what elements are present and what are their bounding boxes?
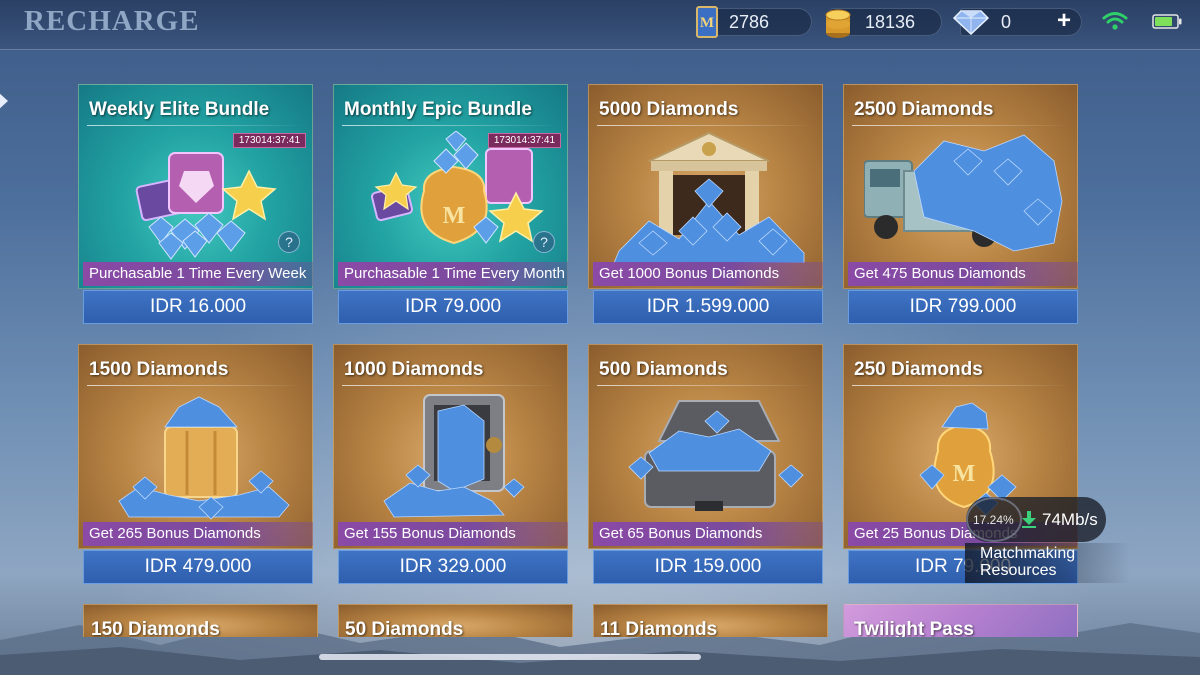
product-card-1500-diamonds[interactable]: 1500 Diamonds Get 265 Bonus Diamonds IDR… [78,344,313,584]
diamond-barrel-art-icon [118,396,290,520]
product-card-twilight-pass[interactable]: Twilight Pass [843,604,1078,637]
card-art: 1500 Diamonds [78,344,313,549]
wifi-icon [1102,12,1128,30]
card-art: Weekly Elite Bundle 173014:37:41 ? [78,84,313,289]
card-art: 5000 Diamonds [588,84,823,289]
card-art: M Monthly Epic Bundle 173014:37:41 ? [333,84,568,289]
diamond-bank-art-icon [613,131,805,263]
title-divider [87,125,305,126]
bonus-label: Get 65 Bonus Diamonds [593,522,823,546]
m-ticket-icon: M [696,6,718,38]
card-title: 5000 Diamonds [599,99,739,120]
card-title: Twilight Pass [854,619,975,637]
title-divider [852,385,1070,386]
price-button[interactable]: IDR 79.000 [338,290,568,324]
title-divider [342,125,560,126]
diamond-safe-art-icon [383,394,525,518]
price-button[interactable]: IDR 329.000 [338,550,568,584]
bonus-label: Get 155 Bonus Diamonds [338,522,568,546]
gold-count: 18136 [865,12,916,32]
card-title: Monthly Epic Bundle [344,99,532,120]
download-arrow-icon [1022,511,1036,528]
card-title: 1000 Diamonds [344,359,484,380]
card-title: 150 Diamonds [91,619,220,637]
side-expand-arrow-icon[interactable] [0,92,8,110]
countdown-timer: 173014:37:41 [487,133,561,148]
product-card-150-diamonds[interactable]: 150 Diamonds [83,604,318,637]
download-percent: 17.24% [973,513,1014,527]
card-art: 2500 Diamonds [843,84,1078,289]
epic-bundle-art-icon: M [370,131,544,245]
add-diamonds-button[interactable]: + [1057,7,1071,35]
price-button[interactable]: IDR 159.000 [593,550,823,584]
product-card-monthly-epic-bundle[interactable]: M Monthly Epic Bundle 173014:37:41 ? Pur… [333,84,568,324]
purchase-limit-label: Purchasable 1 Time Every Month [338,262,568,286]
svg-text:M: M [953,461,976,487]
gold-balance[interactable]: 18136 [825,8,942,38]
help-icon[interactable]: ? [278,231,300,253]
card-title: 250 Diamonds [854,359,983,380]
help-icon[interactable]: ? [533,231,555,253]
diamond-truck-art-icon [864,134,1063,252]
product-card-500-diamonds[interactable]: 500 Diamonds Get 65 Bonus Diamonds IDR 1… [588,344,823,584]
bonus-label: Get 265 Bonus Diamonds [83,522,313,546]
card-art: 11 Diamonds [593,604,828,637]
countdown-timer: 173014:37:41 [232,133,306,148]
download-label-line2: Resources [980,562,1057,579]
price-button[interactable]: IDR 1.599.000 [593,290,823,324]
diamond-suitcase-art-icon [628,400,804,511]
svg-text:M: M [700,15,714,31]
product-card-5000-diamonds[interactable]: 5000 Diamonds Get 1000 Bonus Diamonds ID… [588,84,823,324]
title-divider [87,385,305,386]
price-button[interactable]: IDR 479.000 [83,550,313,584]
card-art: 1000 Diamonds [333,344,568,549]
download-resource-label: Matchmaking Resources [980,545,1075,579]
ticket-balance[interactable]: M 2786 [696,6,812,38]
card-title: 500 Diamonds [599,359,728,380]
bonus-label: Get 1000 Bonus Diamonds [593,262,823,286]
elite-bundle-art-icon [135,152,277,260]
card-title: Weekly Elite Bundle [89,99,270,120]
title-divider [597,385,815,386]
diamond-count: 0 [1001,12,1012,32]
card-art: 150 Diamonds [83,604,318,637]
title-divider [342,385,560,386]
diamond-icon [953,10,989,35]
product-card-1000-diamonds[interactable]: 1000 Diamonds Get 155 Bonus Diamonds IDR… [333,344,568,584]
product-card-50-diamonds[interactable]: 50 Diamonds [338,604,573,637]
svg-text:M: M [443,203,466,229]
card-art: 50 Diamonds [338,604,573,637]
bonus-label: Get 475 Bonus Diamonds [848,262,1078,286]
ticket-count: 2786 [729,12,770,32]
product-card-weekly-elite-bundle[interactable]: Weekly Elite Bundle 173014:37:41 ? Purch… [78,84,313,324]
gold-coins-icon [825,9,851,38]
battery-icon [1152,14,1182,29]
card-art: 500 Diamonds [588,344,823,549]
download-speed: 74Mb/s [1042,510,1098,529]
card-title: 1500 Diamonds [89,359,229,380]
card-title: 11 Diamonds [600,619,718,637]
diamond-balance[interactable]: 0 + [953,7,1082,36]
title-divider [852,125,1070,126]
purchase-limit-label: Purchasable 1 Time Every Week [83,262,313,286]
page-title: RECHARGE [24,5,200,37]
price-button[interactable]: IDR 16.000 [83,290,313,324]
card-art: Twilight Pass [843,604,1078,637]
card-title: 2500 Diamonds [854,99,994,120]
download-label-line1: Matchmaking [980,545,1076,562]
product-card-11-diamonds[interactable]: 11 Diamonds [593,604,828,637]
top-bar: RECHARGE M 2786 18136 0 + [0,0,1200,50]
home-indicator[interactable] [319,654,701,660]
title-divider [597,125,815,126]
product-card-2500-diamonds[interactable]: 2500 Diamonds Get 475 Bonus Diamonds IDR… [843,84,1078,324]
price-button[interactable]: IDR 799.000 [848,290,1078,324]
card-title: 50 Diamonds [345,619,464,637]
